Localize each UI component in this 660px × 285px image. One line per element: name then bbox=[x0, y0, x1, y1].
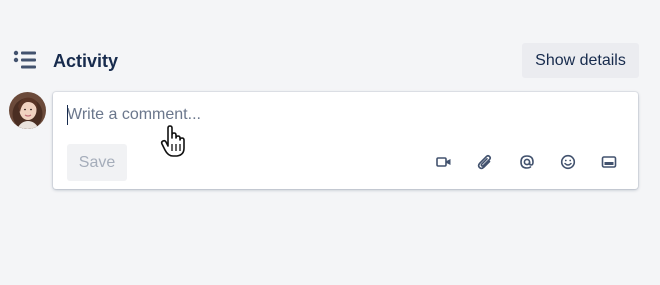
hand-cursor-icon bbox=[160, 125, 185, 157]
comment-box: Save bbox=[53, 92, 638, 189]
comment-input[interactable] bbox=[67, 104, 607, 126]
video-icon[interactable] bbox=[435, 153, 453, 171]
mention-icon[interactable] bbox=[518, 153, 536, 171]
attachment-icon[interactable] bbox=[476, 153, 494, 171]
text-caret bbox=[67, 105, 68, 125]
user-avatar-image bbox=[9, 92, 46, 129]
activity-title: Activity bbox=[53, 51, 119, 71]
save-button[interactable]: Save bbox=[67, 144, 127, 181]
card-icon[interactable] bbox=[600, 153, 618, 171]
avatar[interactable] bbox=[9, 92, 46, 129]
activity-list-icon bbox=[13, 50, 36, 69]
show-details-button[interactable]: Show details bbox=[522, 43, 639, 78]
emoji-icon[interactable] bbox=[559, 153, 577, 171]
